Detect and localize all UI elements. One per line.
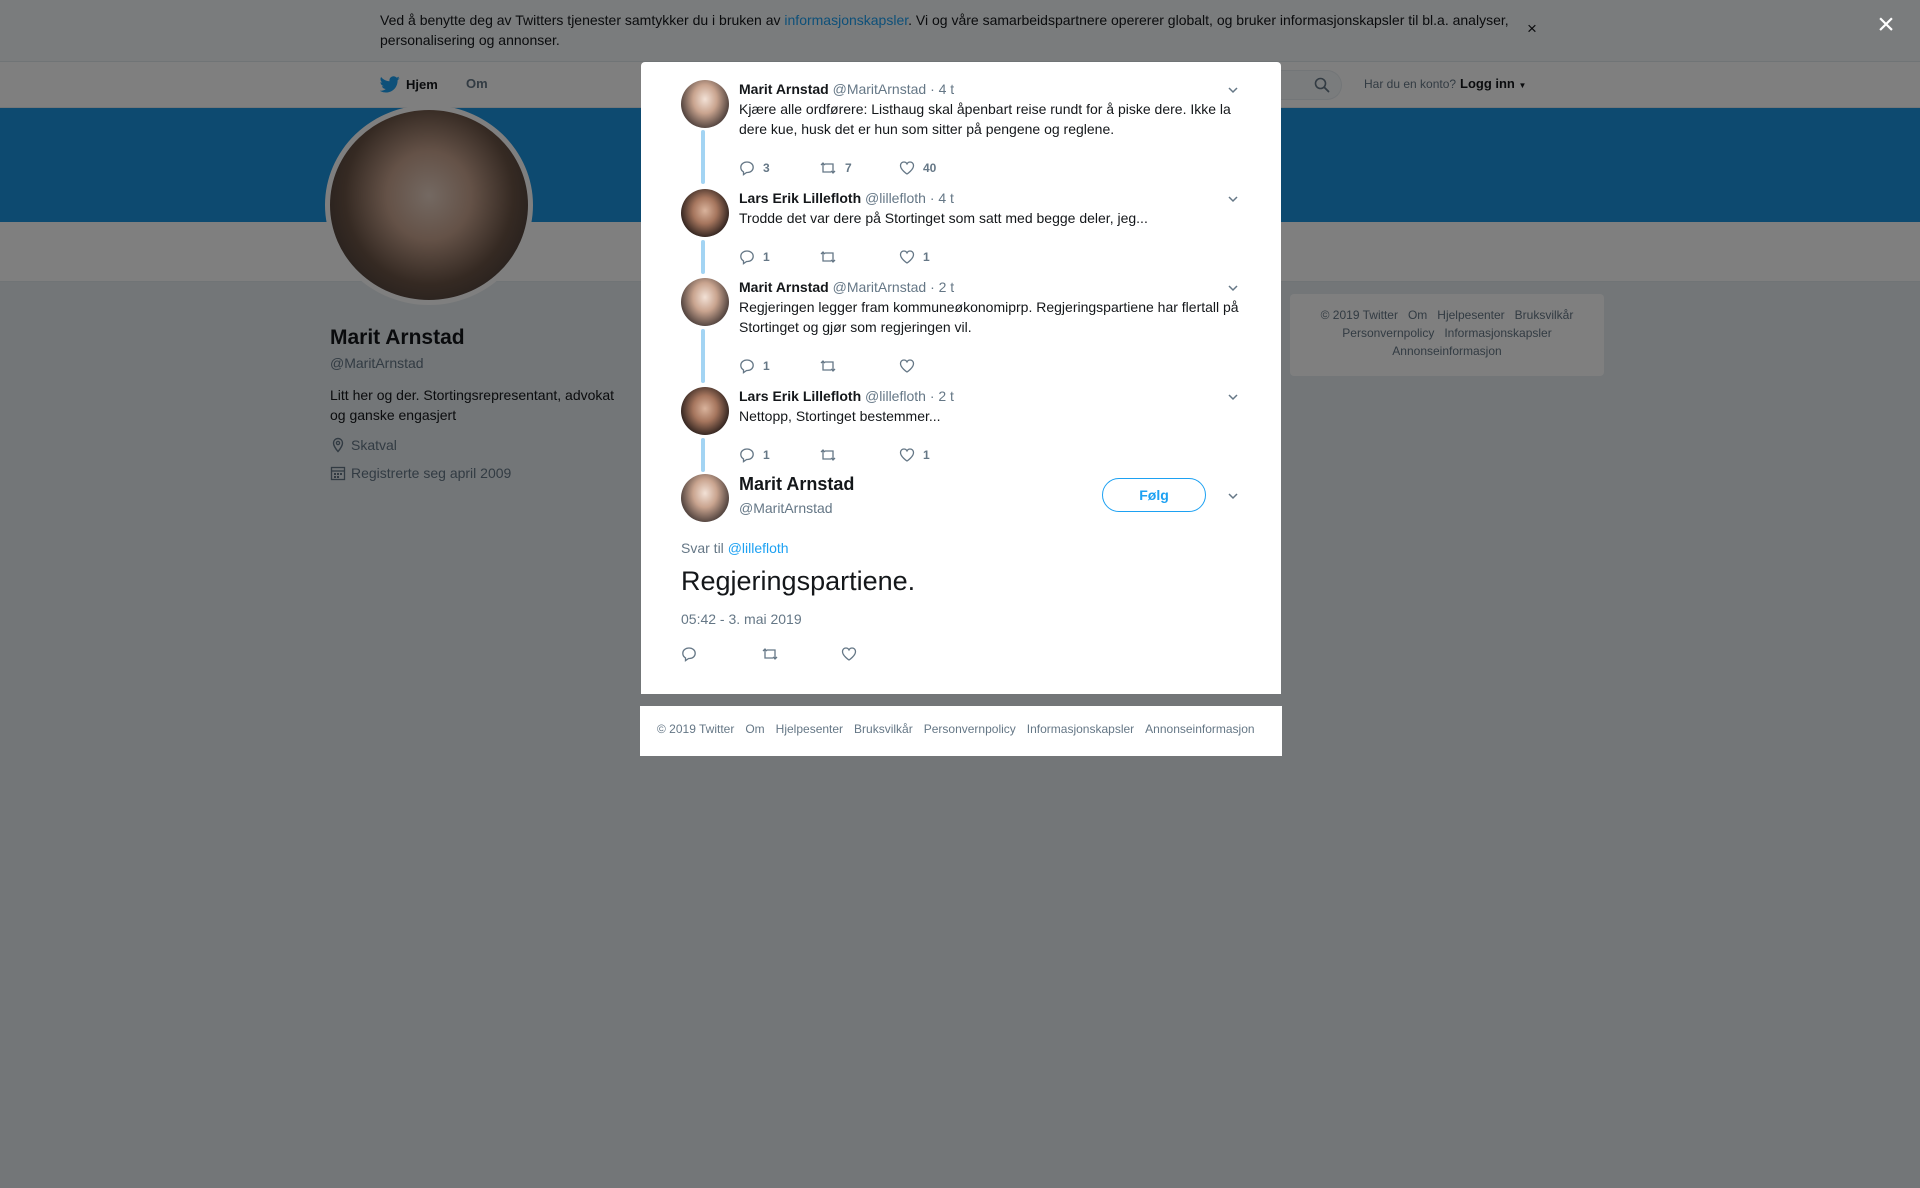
footer-copyright: © 2019 Twitter: [657, 722, 735, 736]
retweet-icon: [820, 360, 836, 372]
heart-icon: [899, 250, 915, 264]
like-button[interactable]: 1: [899, 249, 979, 265]
heart-icon: [899, 359, 915, 373]
retweet-button[interactable]: [819, 447, 899, 463]
tweet-author-name[interactable]: Lars Erik Lillefloth: [739, 388, 861, 404]
reply-prefix: Svar til: [681, 540, 728, 556]
footer-privacy[interactable]: Personvernpolicy: [924, 722, 1016, 736]
retweet-button[interactable]: [819, 358, 899, 374]
chevron-down-icon[interactable]: [1225, 82, 1241, 98]
main-tweet-text: Regjeringspartiene.: [681, 566, 916, 596]
tweet-time[interactable]: · 2 t: [930, 388, 954, 404]
like-count: 1: [923, 250, 930, 264]
reply-button[interactable]: [681, 646, 761, 662]
retweet-icon: [762, 648, 778, 660]
thread-tweet[interactable]: Lars Erik Lillefloth @lillefloth · 2 t N…: [681, 387, 1241, 463]
reply-icon: [740, 448, 754, 463]
retweet-button[interactable]: [819, 249, 899, 265]
chevron-down-icon[interactable]: [1225, 488, 1241, 504]
reply-icon: [740, 250, 754, 265]
retweet-count: 7: [845, 161, 852, 175]
tweet-modal: Marit Arnstad @MaritArnstad · 4 t Kjære …: [641, 62, 1281, 694]
reply-icon: [682, 647, 696, 662]
reply-count: 1: [763, 250, 770, 264]
tweet-time[interactable]: · 2 t: [930, 279, 954, 295]
heart-icon: [899, 161, 915, 175]
modal-close-button[interactable]: ×: [1874, 10, 1898, 40]
footer-cookies[interactable]: Informasjonskapsler: [1027, 722, 1134, 736]
like-count: 40: [923, 161, 937, 175]
like-count: 1: [923, 448, 930, 462]
retweet-button[interactable]: [761, 646, 841, 662]
footer-about[interactable]: Om: [745, 722, 764, 736]
reply-count: 1: [763, 448, 770, 462]
footer-help[interactable]: Hjelpesenter: [776, 722, 843, 736]
avatar[interactable]: [681, 474, 729, 522]
avatar[interactable]: [681, 189, 729, 237]
tweet-header: Lars Erik Lillefloth @lillefloth · 4 t: [739, 189, 1239, 207]
main-tweet-author-name[interactable]: Marit Arnstad: [739, 474, 854, 495]
retweet-icon: [820, 449, 836, 461]
tweet-header: Marit Arnstad @MaritArnstad · 2 t: [739, 278, 1239, 296]
follow-button[interactable]: Følg: [1102, 478, 1206, 512]
retweet-icon: [820, 162, 836, 174]
tweet-time[interactable]: · 4 t: [930, 190, 954, 206]
reply-icon: [740, 359, 754, 374]
tweet-author-handle[interactable]: @MaritArnstad: [833, 81, 927, 97]
reply-icon: [740, 161, 754, 176]
like-button[interactable]: [841, 646, 921, 662]
like-button[interactable]: [899, 358, 979, 374]
tweet-author-handle[interactable]: @lillefloth: [865, 388, 926, 404]
thread-tweet[interactable]: Marit Arnstad @MaritArnstad · 2 t Regjer…: [681, 278, 1241, 374]
tweet-text: Trodde det var dere på Stortinget som sa…: [739, 210, 1148, 226]
reply-button[interactable]: 1: [739, 358, 819, 374]
tweet-text: Regjeringen legger fram kommuneøkonomipr…: [739, 299, 1239, 335]
avatar[interactable]: [681, 80, 729, 128]
reply-to-link[interactable]: @lillefloth: [728, 540, 789, 556]
thread-tweet[interactable]: Marit Arnstad @MaritArnstad · 4 t Kjære …: [681, 80, 1241, 176]
chevron-down-icon[interactable]: [1225, 280, 1241, 296]
tweet-header: Lars Erik Lillefloth @lillefloth · 2 t: [739, 387, 1239, 405]
heart-icon: [841, 647, 857, 661]
reply-count: 1: [763, 359, 770, 373]
tweet-author-name[interactable]: Lars Erik Lillefloth: [739, 190, 861, 206]
reply-context: Svar til @lillefloth: [681, 540, 789, 556]
tweet-time[interactable]: · 4 t: [930, 81, 954, 97]
avatar[interactable]: [681, 278, 729, 326]
like-button[interactable]: 1: [899, 447, 979, 463]
tweet-header: Marit Arnstad @MaritArnstad · 4 t: [739, 80, 1239, 98]
tweet-text: Kjære alle ordførere: Listhaug skal åpen…: [739, 101, 1231, 137]
retweet-button[interactable]: 7: [819, 160, 899, 176]
reply-button[interactable]: 1: [739, 447, 819, 463]
reply-count: 3: [763, 161, 770, 175]
main-tweet-actions: [681, 646, 921, 662]
heart-icon: [899, 448, 915, 462]
retweet-icon: [820, 251, 836, 263]
chevron-down-icon[interactable]: [1225, 389, 1241, 405]
tweet-text: Nettopp, Stortinget bestemmer...: [739, 408, 941, 424]
avatar[interactable]: [681, 387, 729, 435]
reply-button[interactable]: 3: [739, 160, 819, 176]
modal-footer: © 2019 Twitter Om Hjelpesenter Bruksvilkår P…: [640, 706, 1282, 756]
main-tweet-author-handle[interactable]: @MaritArnstad: [739, 500, 833, 516]
like-button[interactable]: 40: [899, 160, 979, 176]
reply-button[interactable]: 1: [739, 249, 819, 265]
main-tweet-timestamp[interactable]: 05:42 - 3. mai 2019: [681, 611, 802, 627]
footer-ads[interactable]: Annonseinformasjon: [1145, 722, 1254, 736]
footer-terms[interactable]: Bruksvilkår: [854, 722, 913, 736]
chevron-down-icon[interactable]: [1225, 191, 1241, 207]
tweet-author-name[interactable]: Marit Arnstad: [739, 279, 829, 295]
thread-tweet[interactable]: Lars Erik Lillefloth @lillefloth · 4 t T…: [681, 189, 1241, 265]
tweet-author-handle[interactable]: @lillefloth: [865, 190, 926, 206]
tweet-author-name[interactable]: Marit Arnstad: [739, 81, 829, 97]
tweet-author-handle[interactable]: @MaritArnstad: [833, 279, 927, 295]
